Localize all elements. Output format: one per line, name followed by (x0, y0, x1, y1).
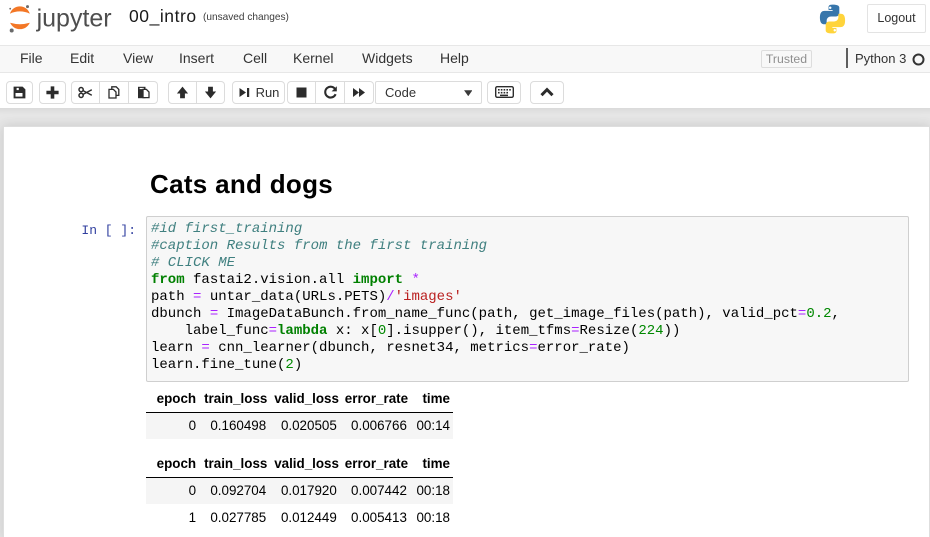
svg-text:jupyter: jupyter (36, 5, 112, 33)
